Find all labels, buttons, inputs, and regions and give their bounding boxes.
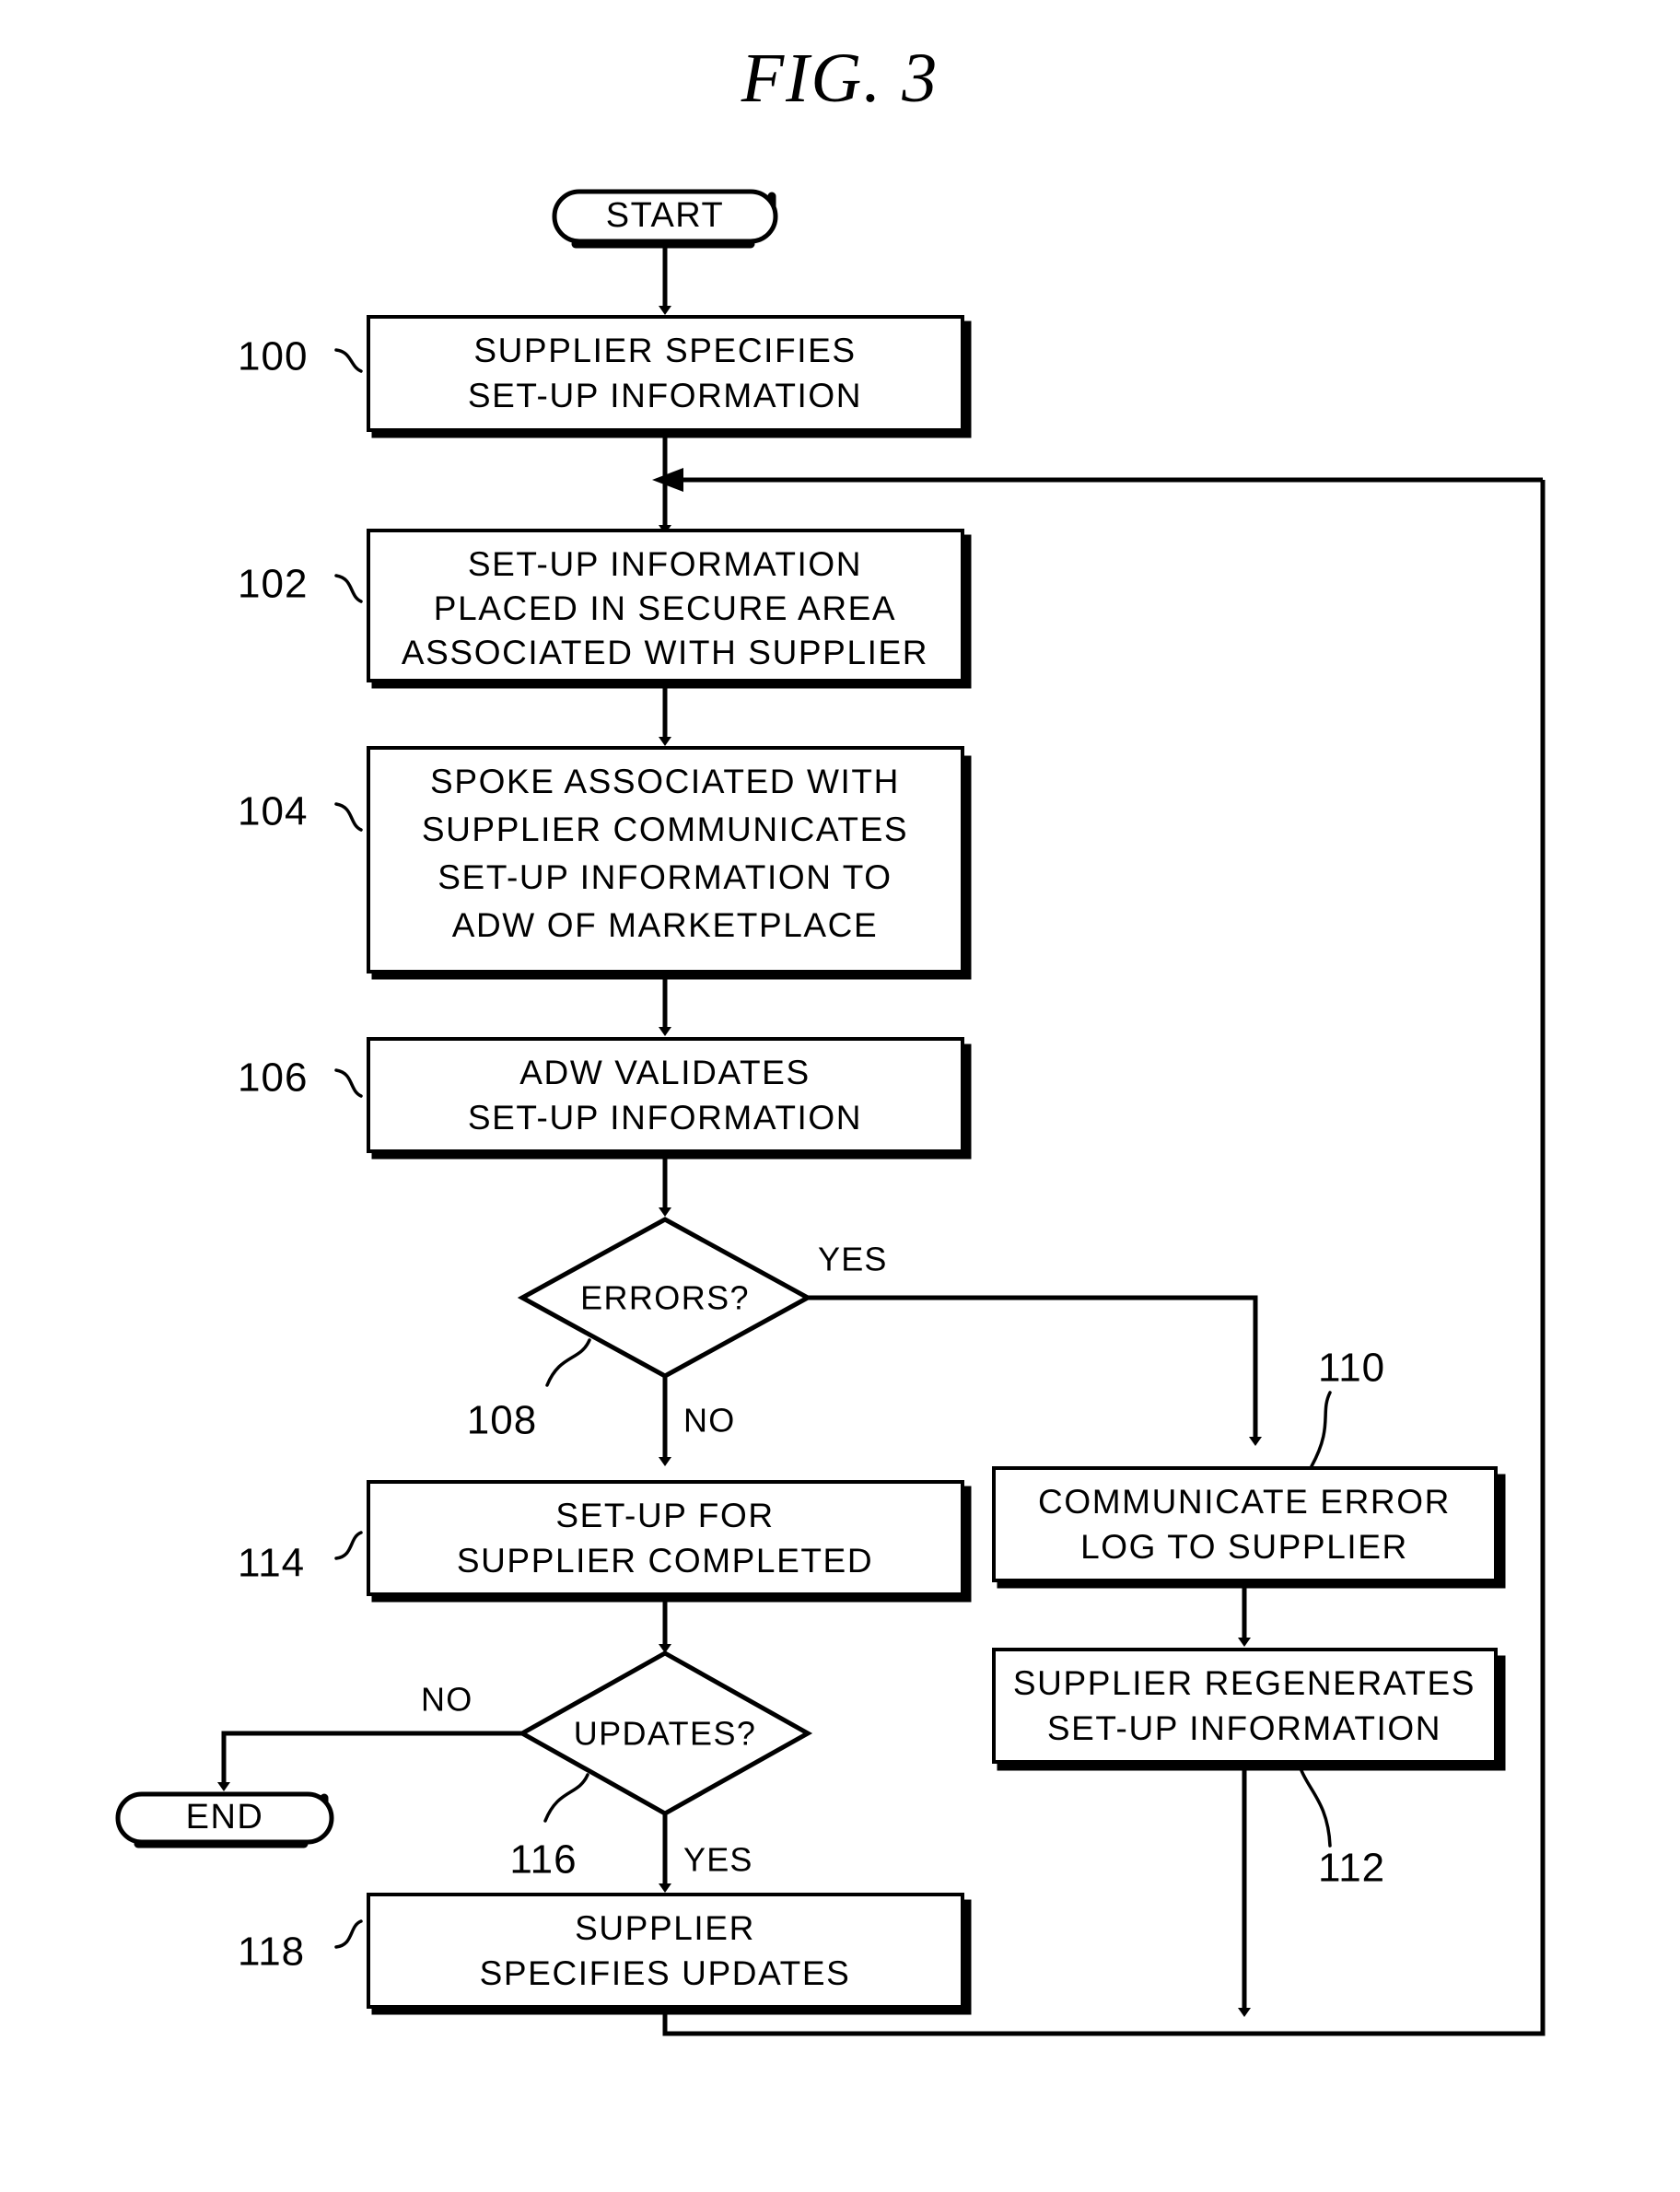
edge-label-108-yes: YES: [818, 1241, 888, 1278]
process-box-100: SUPPLIER SPECIFIES SET-UP INFORMATION: [367, 315, 972, 438]
patent-figure-sheet: FIG. 3 START SUPPLIER SPECIFIES SET-UP I…: [0, 0, 1680, 2192]
edge-return-loop-top: [652, 468, 1543, 492]
reference-number-112: 112: [1318, 1846, 1385, 1891]
terminator-end-label: END: [186, 1798, 264, 1836]
reference-number-106: 106: [238, 1055, 308, 1101]
process-box-114-line-0: SET-UP FOR: [555, 1497, 774, 1534]
terminator-start-label: START: [606, 196, 725, 235]
reference-number-110: 110: [1318, 1346, 1385, 1391]
edge-return-loop-bottom: [662, 480, 1546, 2036]
edge-label-108-no: NO: [683, 1402, 735, 1440]
decision-116-label: UPDATES?: [574, 1715, 757, 1753]
process-box-110-line-0: COMMUNICATE ERROR: [1038, 1483, 1451, 1521]
return-bus-path: [662, 480, 1546, 2036]
reference-callout-102: 102: [238, 562, 363, 607]
edge-108-yes-to-110: [808, 1295, 1262, 1446]
edge-116-no-to-end: [217, 1731, 522, 1791]
process-box-114: SET-UP FOR SUPPLIER COMPLETED: [367, 1480, 972, 1603]
reference-callout-110: 110: [1310, 1346, 1385, 1468]
decision-108-label: ERRORS?: [580, 1279, 750, 1317]
process-box-102-line-1: PLACED IN SECURE AREA: [434, 589, 896, 627]
reference-callout-108: 108: [467, 1338, 591, 1443]
process-box-106-line-0: ADW VALIDATES: [519, 1054, 810, 1091]
reference-callout-112: 112: [1299, 1766, 1385, 1891]
process-box-104-line-0: SPOKE ASSOCIATED WITH: [430, 763, 900, 800]
process-box-104-line-1: SUPPLIER COMMUNICATES: [422, 810, 908, 848]
process-box-110-line-1: LOG TO SUPPLIER: [1080, 1528, 1408, 1566]
process-box-112-line-0: SUPPLIER REGENERATES: [1013, 1664, 1476, 1702]
reference-callout-104: 104: [238, 789, 363, 834]
process-box-104-line-3: ADW OF MARKETPLACE: [452, 906, 879, 944]
flowchart-canvas: FIG. 3 START SUPPLIER SPECIFIES SET-UP I…: [115, 40, 1546, 2036]
reference-number-102: 102: [238, 562, 308, 607]
decision-diamond-108: ERRORS?: [517, 1217, 813, 1379]
process-box-104-line-2: SET-UP INFORMATION TO: [438, 858, 892, 896]
process-box-112-line-1: SET-UP INFORMATION: [1047, 1709, 1441, 1747]
process-box-114-line-1: SUPPLIER COMPLETED: [457, 1542, 873, 1580]
process-box-118: SUPPLIER SPECIFIES UPDATES: [367, 1893, 972, 2015]
decision-diamond-116: UPDATES?: [517, 1650, 813, 1816]
process-box-118-line-1: SPECIFIES UPDATES: [480, 1954, 851, 1992]
process-box-102-line-0: SET-UP INFORMATION: [468, 545, 862, 583]
reference-number-100: 100: [238, 334, 308, 379]
process-box-100-line-1: SET-UP INFORMATION: [468, 377, 862, 414]
process-box-102-line-2: ASSOCIATED WITH SUPPLIER: [402, 634, 928, 671]
reference-callout-116: 116: [509, 1773, 589, 1883]
reference-number-108: 108: [467, 1398, 537, 1443]
edge-label-116-yes: YES: [683, 1841, 753, 1879]
process-box-112: SUPPLIER REGENERATES SET-UP INFORMATION: [992, 1648, 1506, 1771]
terminator-end: END: [115, 1791, 334, 1848]
reference-number-104: 104: [238, 789, 308, 834]
process-box-110: COMMUNICATE ERROR LOG TO SUPPLIER: [992, 1466, 1506, 1589]
reference-number-116: 116: [509, 1837, 577, 1883]
process-box-106: ADW VALIDATES SET-UP INFORMATION: [367, 1037, 972, 1160]
reference-callout-114: 114: [238, 1531, 363, 1586]
edge-label-116-no: NO: [421, 1681, 472, 1719]
process-box-104: SPOKE ASSOCIATED WITH SUPPLIER COMMUNICA…: [367, 746, 972, 980]
reference-callout-100: 100: [238, 334, 363, 379]
process-box-100-line-0: SUPPLIER SPECIFIES: [473, 332, 856, 369]
figure-title: FIG. 3: [741, 40, 939, 117]
terminator-start: START: [552, 189, 778, 249]
reference-number-118: 118: [238, 1930, 305, 1975]
reference-number-114: 114: [238, 1541, 305, 1586]
process-box-118-line-0: SUPPLIER: [575, 1909, 755, 1947]
reference-callout-118: 118: [238, 1919, 363, 1975]
reference-callout-106: 106: [238, 1055, 363, 1101]
return-loop-arrowhead: [652, 468, 683, 492]
process-box-106-line-1: SET-UP INFORMATION: [468, 1099, 862, 1137]
process-box-102: SET-UP INFORMATION PLACED IN SECURE AREA…: [367, 529, 972, 689]
